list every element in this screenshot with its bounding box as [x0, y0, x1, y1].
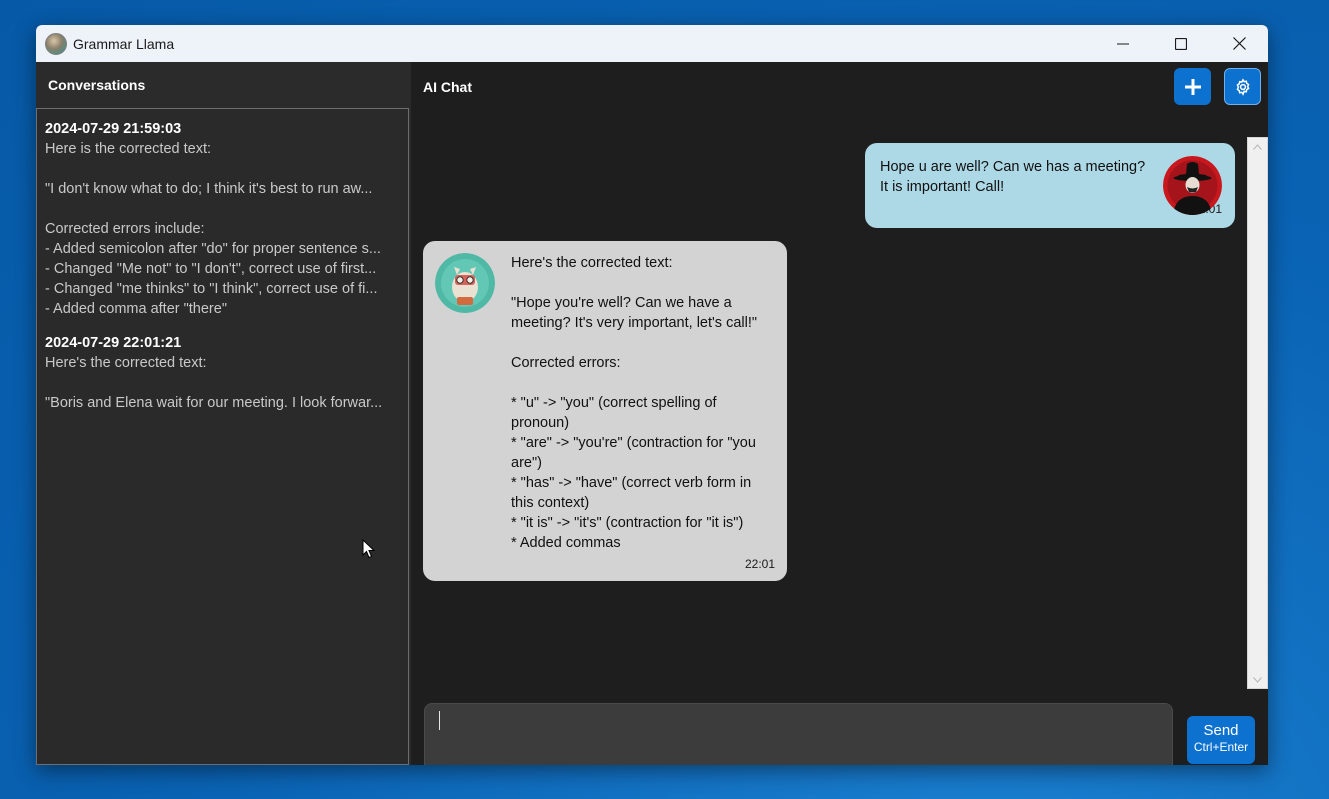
close-icon [1232, 37, 1246, 50]
conversation-preview-line: - Changed "Me not" to "I don't", correct… [45, 261, 377, 277]
plus-icon [1184, 78, 1201, 95]
text-caret [439, 711, 440, 730]
close-button[interactable] [1210, 25, 1268, 62]
send-shortcut-label: Ctrl+Enter [1193, 740, 1249, 754]
sidebar-title: Conversations [48, 77, 146, 93]
maximize-icon [1175, 37, 1187, 50]
title-bar[interactable]: Grammar Llama [36, 25, 1268, 62]
conversation-preview-line: - Changed "me thinks" to "I think", corr… [45, 281, 378, 297]
scroll-up-button[interactable] [1248, 138, 1267, 155]
send-button[interactable]: Send Ctrl+Enter [1187, 716, 1255, 764]
conversation-item[interactable]: 2024-07-29 21:59:03 Here is the correcte… [37, 119, 408, 319]
chevron-up-icon [1253, 143, 1262, 150]
chat-title: AI Chat [423, 79, 472, 95]
conversation-preview-line [45, 159, 397, 179]
maximize-button[interactable] [1152, 25, 1210, 62]
gear-icon [1236, 77, 1249, 96]
user-message: Hope u are well? Can we has a meeting? I… [865, 143, 1235, 228]
mouse-pointer-icon [362, 539, 375, 559]
send-button-label: Send [1203, 722, 1239, 739]
minimize-button[interactable] [1094, 25, 1152, 62]
app-window: Grammar Llama Conversations 2024-07-29 2… [36, 25, 1268, 765]
conversation-preview-line: - Added semicolon after "do" for proper … [45, 241, 381, 257]
scroll-down-button[interactable] [1248, 671, 1267, 688]
window-controls [1094, 25, 1268, 62]
conversation-preview-line: - Added comma after "there" [45, 301, 227, 317]
conversation-preview-line: "Boris and Elena wait for our meeting. I… [45, 395, 383, 411]
conversation-preview-line [45, 199, 397, 219]
conversation-preview-line: Corrected errors include: [45, 221, 205, 237]
message-timestamp: 22:01 [744, 557, 775, 571]
window-title: Grammar Llama [73, 35, 175, 52]
conversation-preview-line [45, 373, 397, 393]
message-list[interactable]: Hope u are well? Can we has a meeting? I… [411, 112, 1247, 687]
conversation-preview-line: Here is the corrected text: [45, 141, 212, 157]
conversations-sidebar: Conversations 2024-07-29 21:59:03 Here i… [36, 62, 411, 765]
chat-panel: AI Chat Hope u are well? Can we has a me… [411, 62, 1268, 765]
conversation-item[interactable]: 2024-07-29 22:01:21 Here's the corrected… [37, 333, 408, 413]
message-text: Hope u are well? Can we has a meeting? I… [880, 159, 1146, 195]
chat-scrollbar[interactable] [1247, 137, 1268, 689]
message-input[interactable] [424, 703, 1173, 765]
new-chat-button[interactable] [1174, 68, 1211, 105]
settings-button[interactable] [1224, 68, 1261, 105]
user-avatar [1163, 156, 1222, 215]
conversation-preview-line: "I don't know what to do; I think it's b… [45, 181, 373, 197]
chevron-down-icon [1253, 676, 1262, 683]
conversation-preview-line: Here's the corrected text: [45, 355, 207, 371]
conversation-date: 2024-07-29 21:59:03 [45, 121, 182, 137]
conversation-list[interactable]: 2024-07-29 21:59:03 Here is the correcte… [36, 108, 409, 765]
minimize-icon [1117, 43, 1129, 44]
message-text: Here's the corrected text: "Hope you're … [511, 255, 757, 551]
assistant-avatar [435, 253, 495, 313]
conversation-date: 2024-07-29 22:01:21 [45, 335, 182, 351]
llama-logo-icon [45, 32, 67, 55]
assistant-message: Here's the corrected text: "Hope you're … [423, 241, 787, 581]
